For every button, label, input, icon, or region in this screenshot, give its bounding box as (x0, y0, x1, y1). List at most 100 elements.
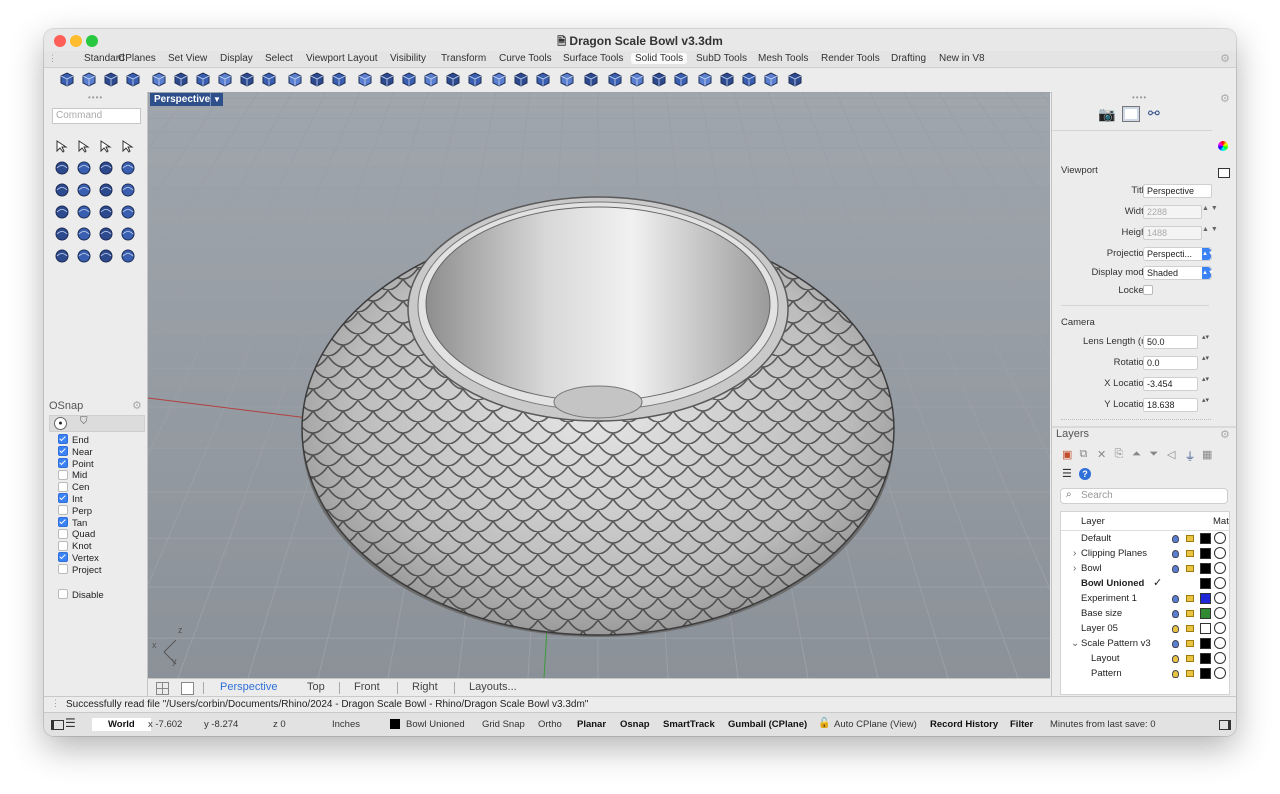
palette-tool-20-icon[interactable] (120, 226, 136, 242)
solid-tool-32-icon[interactable] (762, 70, 780, 88)
osnap-quad[interactable]: Quad (58, 528, 95, 540)
unlock-icon[interactable] (1186, 535, 1194, 542)
property-projection-select[interactable]: Perspecti... ▲▼ (1143, 247, 1214, 261)
layer-name[interactable]: Clipping Planes (1081, 546, 1147, 561)
material-circle-icon[interactable] (1214, 667, 1226, 679)
palette-tool-24-icon[interactable] (120, 248, 136, 264)
palette-tool-21-icon[interactable] (54, 248, 70, 264)
layer-name[interactable]: Default (1081, 531, 1111, 546)
solid-tool-9-icon[interactable] (238, 70, 256, 88)
palette-tool-5-icon[interactable] (54, 160, 70, 176)
solid-tool-20-icon[interactable] (490, 70, 508, 88)
toolbar-tab-select[interactable]: Select (265, 53, 293, 64)
unlock-icon[interactable] (1186, 550, 1194, 557)
material-circle-icon[interactable] (1214, 622, 1226, 634)
delete-layer-icon[interactable]: ✕ (1097, 448, 1106, 461)
solid-tool-8-icon[interactable] (216, 70, 234, 88)
palette-tool-3-icon[interactable] (98, 138, 114, 154)
layer-name[interactable]: Layout (1091, 651, 1120, 666)
layer-row[interactable]: Default (1061, 531, 1229, 546)
panel-grip-icon[interactable]: •••• (88, 93, 103, 102)
osnap-vertex[interactable]: Vertex (58, 552, 99, 564)
camera-field-3[interactable]: 18.638 (1143, 398, 1198, 412)
layer-row[interactable]: Pattern (1061, 666, 1229, 681)
material-circle-icon[interactable] (1214, 562, 1226, 574)
gear-icon[interactable]: ⚙ (1220, 428, 1230, 441)
palette-tool-18-icon[interactable] (76, 226, 92, 242)
solid-tool-29-icon[interactable] (696, 70, 714, 88)
layer-color-swatch[interactable] (1200, 533, 1211, 544)
layer-name[interactable]: Experiment 1 (1081, 591, 1137, 606)
osnap-knot[interactable]: Knot (58, 540, 92, 552)
layer-row[interactable]: Bowl Unioned ✓ (1061, 576, 1229, 591)
grip-icon[interactable]: ⋮ (48, 53, 57, 64)
palette-tool-4-icon[interactable] (120, 138, 136, 154)
layer-name[interactable]: Bowl Unioned (1081, 576, 1144, 591)
palette-tool-1-icon[interactable] (54, 138, 70, 154)
toolbar-tab-curve-tools[interactable]: Curve Tools (499, 53, 552, 64)
material-circle-icon[interactable] (1214, 637, 1226, 649)
osnap-cen[interactable]: Cen (58, 481, 89, 493)
layer-name[interactable]: Scale Pattern v3 (1081, 636, 1151, 651)
solid-tool-31-icon[interactable] (740, 70, 758, 88)
unlock-icon[interactable] (1186, 670, 1194, 677)
osnap-project[interactable]: Project (58, 564, 102, 576)
osnap-point[interactable]: Point (58, 458, 94, 470)
palette-tool-6-icon[interactable] (76, 160, 92, 176)
gear-icon[interactable]: ⚙ (1220, 92, 1230, 105)
solid-tool-33-icon[interactable] (786, 70, 804, 88)
unlock-icon[interactable] (1186, 565, 1194, 572)
toolbar-tab-cplanes[interactable]: CPlanes (118, 53, 156, 64)
toolbar-tab-set-view[interactable]: Set View (168, 53, 207, 64)
viewport-tab-top[interactable]: Top (307, 681, 325, 693)
solid-tool-18-icon[interactable] (444, 70, 462, 88)
osnap-int[interactable]: Int (58, 493, 83, 505)
lightbulb-icon[interactable] (1172, 565, 1179, 573)
palette-tool-16-icon[interactable] (120, 204, 136, 220)
layer-column-header[interactable]: Layer (1081, 516, 1105, 527)
layers-search-input[interactable]: ⌕ Search (1060, 488, 1228, 504)
osnap-vertex-checkbox[interactable] (58, 552, 68, 563)
layer-row[interactable]: Base size (1061, 606, 1229, 621)
layer-color-swatch[interactable] (1200, 653, 1211, 664)
layer-color-swatch[interactable] (1200, 548, 1211, 559)
osnap-tan[interactable]: Tan (58, 517, 87, 529)
stepper-icon[interactable]: ▲ ▼ (1202, 226, 1218, 233)
solid-tool-16-icon[interactable] (400, 70, 418, 88)
chevron-right-icon[interactable]: › (1073, 546, 1076, 561)
lightbulb-icon[interactable] (1172, 595, 1179, 603)
table-icon[interactable]: ▦ (1202, 448, 1212, 461)
palette-tool-14-icon[interactable] (76, 204, 92, 220)
palette-tool-8-icon[interactable] (120, 160, 136, 176)
material-circle-icon[interactable] (1214, 547, 1226, 559)
lightbulb-icon[interactable] (1172, 550, 1179, 558)
palette-tool-13-icon[interactable] (54, 204, 70, 220)
four-viewports-icon[interactable] (156, 682, 169, 695)
layer-color-swatch[interactable] (1200, 563, 1211, 574)
stepper-icon[interactable]: ▴▾ (1202, 376, 1209, 383)
new-layer-icon[interactable]: ▣ (1062, 448, 1072, 461)
viewport-tab-right[interactable]: Right (412, 681, 438, 693)
material-circle-icon[interactable] (1214, 577, 1226, 589)
unlock-icon[interactable] (1186, 595, 1194, 602)
osnap-end-checkbox[interactable] (58, 434, 68, 445)
osnap-mode-icon[interactable]: ● (54, 417, 67, 430)
camera-field-2[interactable]: -3.454 (1143, 377, 1198, 391)
solid-tool-12-icon[interactable] (308, 70, 326, 88)
planar-toggle[interactable]: Planar (577, 719, 606, 730)
osnap-knot-checkbox[interactable] (58, 540, 68, 551)
stepper-icon[interactable]: ▴▾ (1202, 355, 1209, 362)
osnap-quad-checkbox[interactable] (58, 528, 68, 539)
camera-icon[interactable]: 📷 (1098, 106, 1115, 123)
layer-row[interactable]: ⌄ Scale Pattern v3 (1061, 636, 1229, 651)
osnap-near-checkbox[interactable] (58, 446, 68, 457)
help-icon[interactable]: ? (1079, 468, 1091, 480)
move-down-icon[interactable]: ⏷ (1150, 448, 1159, 461)
toolbar-tab-viewport-layout[interactable]: Viewport Layout (306, 53, 378, 64)
toolbar-tab-display[interactable]: Display (220, 53, 253, 64)
palette-tool-23-icon[interactable] (98, 248, 114, 264)
chevron-down-icon[interactable]: ⌄ (1071, 636, 1079, 651)
stepper-icon[interactable]: ▴▾ (1202, 397, 1209, 404)
object-properties-icon[interactable]: ⚯ (1148, 105, 1160, 122)
material-circle-icon[interactable] (1214, 532, 1226, 544)
